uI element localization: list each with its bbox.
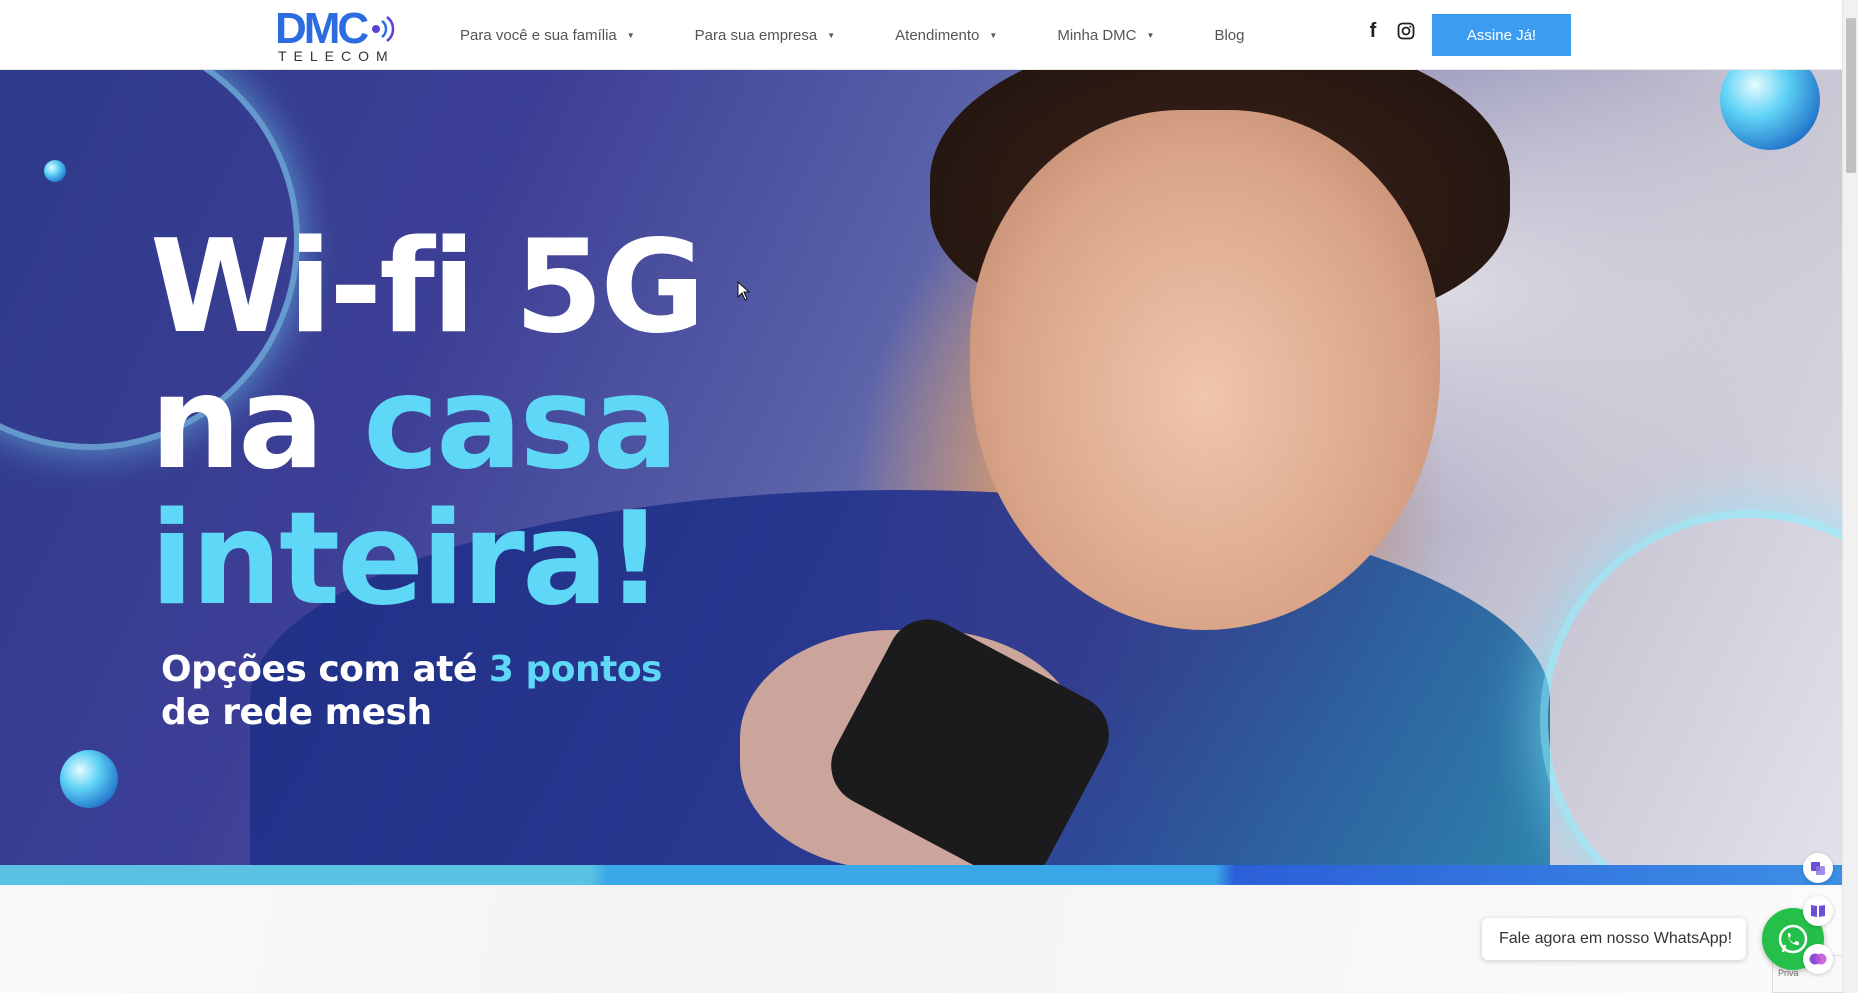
headline-line-2-white: na <box>150 349 364 498</box>
hero-headline: Wi-fi 5G na casa inteira! <box>150 213 705 634</box>
subheadline-line-1: Opções com até 3 pontos <box>161 648 662 691</box>
headline-line-2: na casa <box>150 356 702 492</box>
nav-item-label: Para sua empresa <box>694 26 818 44</box>
caret-down-icon: ▼ <box>1146 30 1155 40</box>
hero-banner[interactable]: Wi-fi 5G na casa inteira! Opções com até… <box>0 70 1842 865</box>
nav-item-familia[interactable]: Para você e sua família ▼ <box>460 27 635 44</box>
hero-photo-face <box>970 110 1440 630</box>
dmc-telecom-logo[interactable]: DMC TELECOM <box>275 5 400 65</box>
nav-item-label: Atendimento <box>895 26 980 44</box>
nav-item-empresa[interactable]: Para sua empresa ▼ <box>695 27 836 44</box>
nav-item-minha-dmc[interactable]: Minha DMC ▼ <box>1057 27 1154 44</box>
subscribe-button[interactable]: Assine Já! <box>1432 14 1571 56</box>
page-scrollbar[interactable] <box>1842 0 1858 993</box>
logo-tagline: TELECOM <box>278 48 395 64</box>
caret-down-icon: ▼ <box>626 30 635 40</box>
logo-brand-text: DMC <box>275 4 369 53</box>
reader-book-icon[interactable] <box>1803 896 1833 926</box>
caret-down-icon: ▼ <box>989 30 998 40</box>
site-header: DMC TELECOM Para você e sua família ▼ Pa… <box>0 0 1842 70</box>
nav-item-atendimento[interactable]: Atendimento ▼ <box>895 27 997 44</box>
facebook-icon[interactable]: f <box>1363 20 1383 42</box>
brain-accessibility-icon[interactable] <box>1803 944 1833 974</box>
signal-waves-icon <box>372 16 395 42</box>
subheadline-accent: 3 pontos <box>488 649 663 690</box>
bubble-decoration <box>44 160 66 182</box>
caret-down-icon: ▼ <box>827 30 836 40</box>
instagram-icon[interactable] <box>1396 20 1416 42</box>
bubble-decoration <box>1720 70 1820 150</box>
color-stripe-divider <box>0 865 1842 885</box>
translate-icon[interactable] <box>1803 853 1833 883</box>
page: DMC TELECOM Para você e sua família ▼ Pa… <box>0 0 1858 993</box>
whatsapp-message-bubble[interactable]: Fale agora em nosso WhatsApp! <box>1482 918 1746 960</box>
headline-line-3: inteira! <box>150 485 664 634</box>
main-nav: Para você e sua família ▼ Para sua empre… <box>460 0 1244 70</box>
mouse-cursor-icon <box>737 281 751 301</box>
light-ring-decoration <box>1540 510 1842 865</box>
nav-item-label: Blog <box>1214 26 1245 44</box>
headline-line-2-accent: casa <box>363 349 679 498</box>
bubble-decoration <box>60 750 118 808</box>
nav-item-label: Minha DMC <box>1057 26 1137 44</box>
scrollbar-thumb[interactable] <box>1846 18 1856 173</box>
subheadline-white: Opções com até <box>161 649 489 690</box>
subheadline-line-2: de rede mesh <box>161 692 432 733</box>
nav-item-blog[interactable]: Blog <box>1214 27 1244 44</box>
hero-subheadline: Opções com até 3 pontos de rede mesh <box>161 648 662 734</box>
nav-item-label: Para você e sua família <box>460 26 617 44</box>
headline-line-1: Wi-fi 5G <box>150 213 705 362</box>
